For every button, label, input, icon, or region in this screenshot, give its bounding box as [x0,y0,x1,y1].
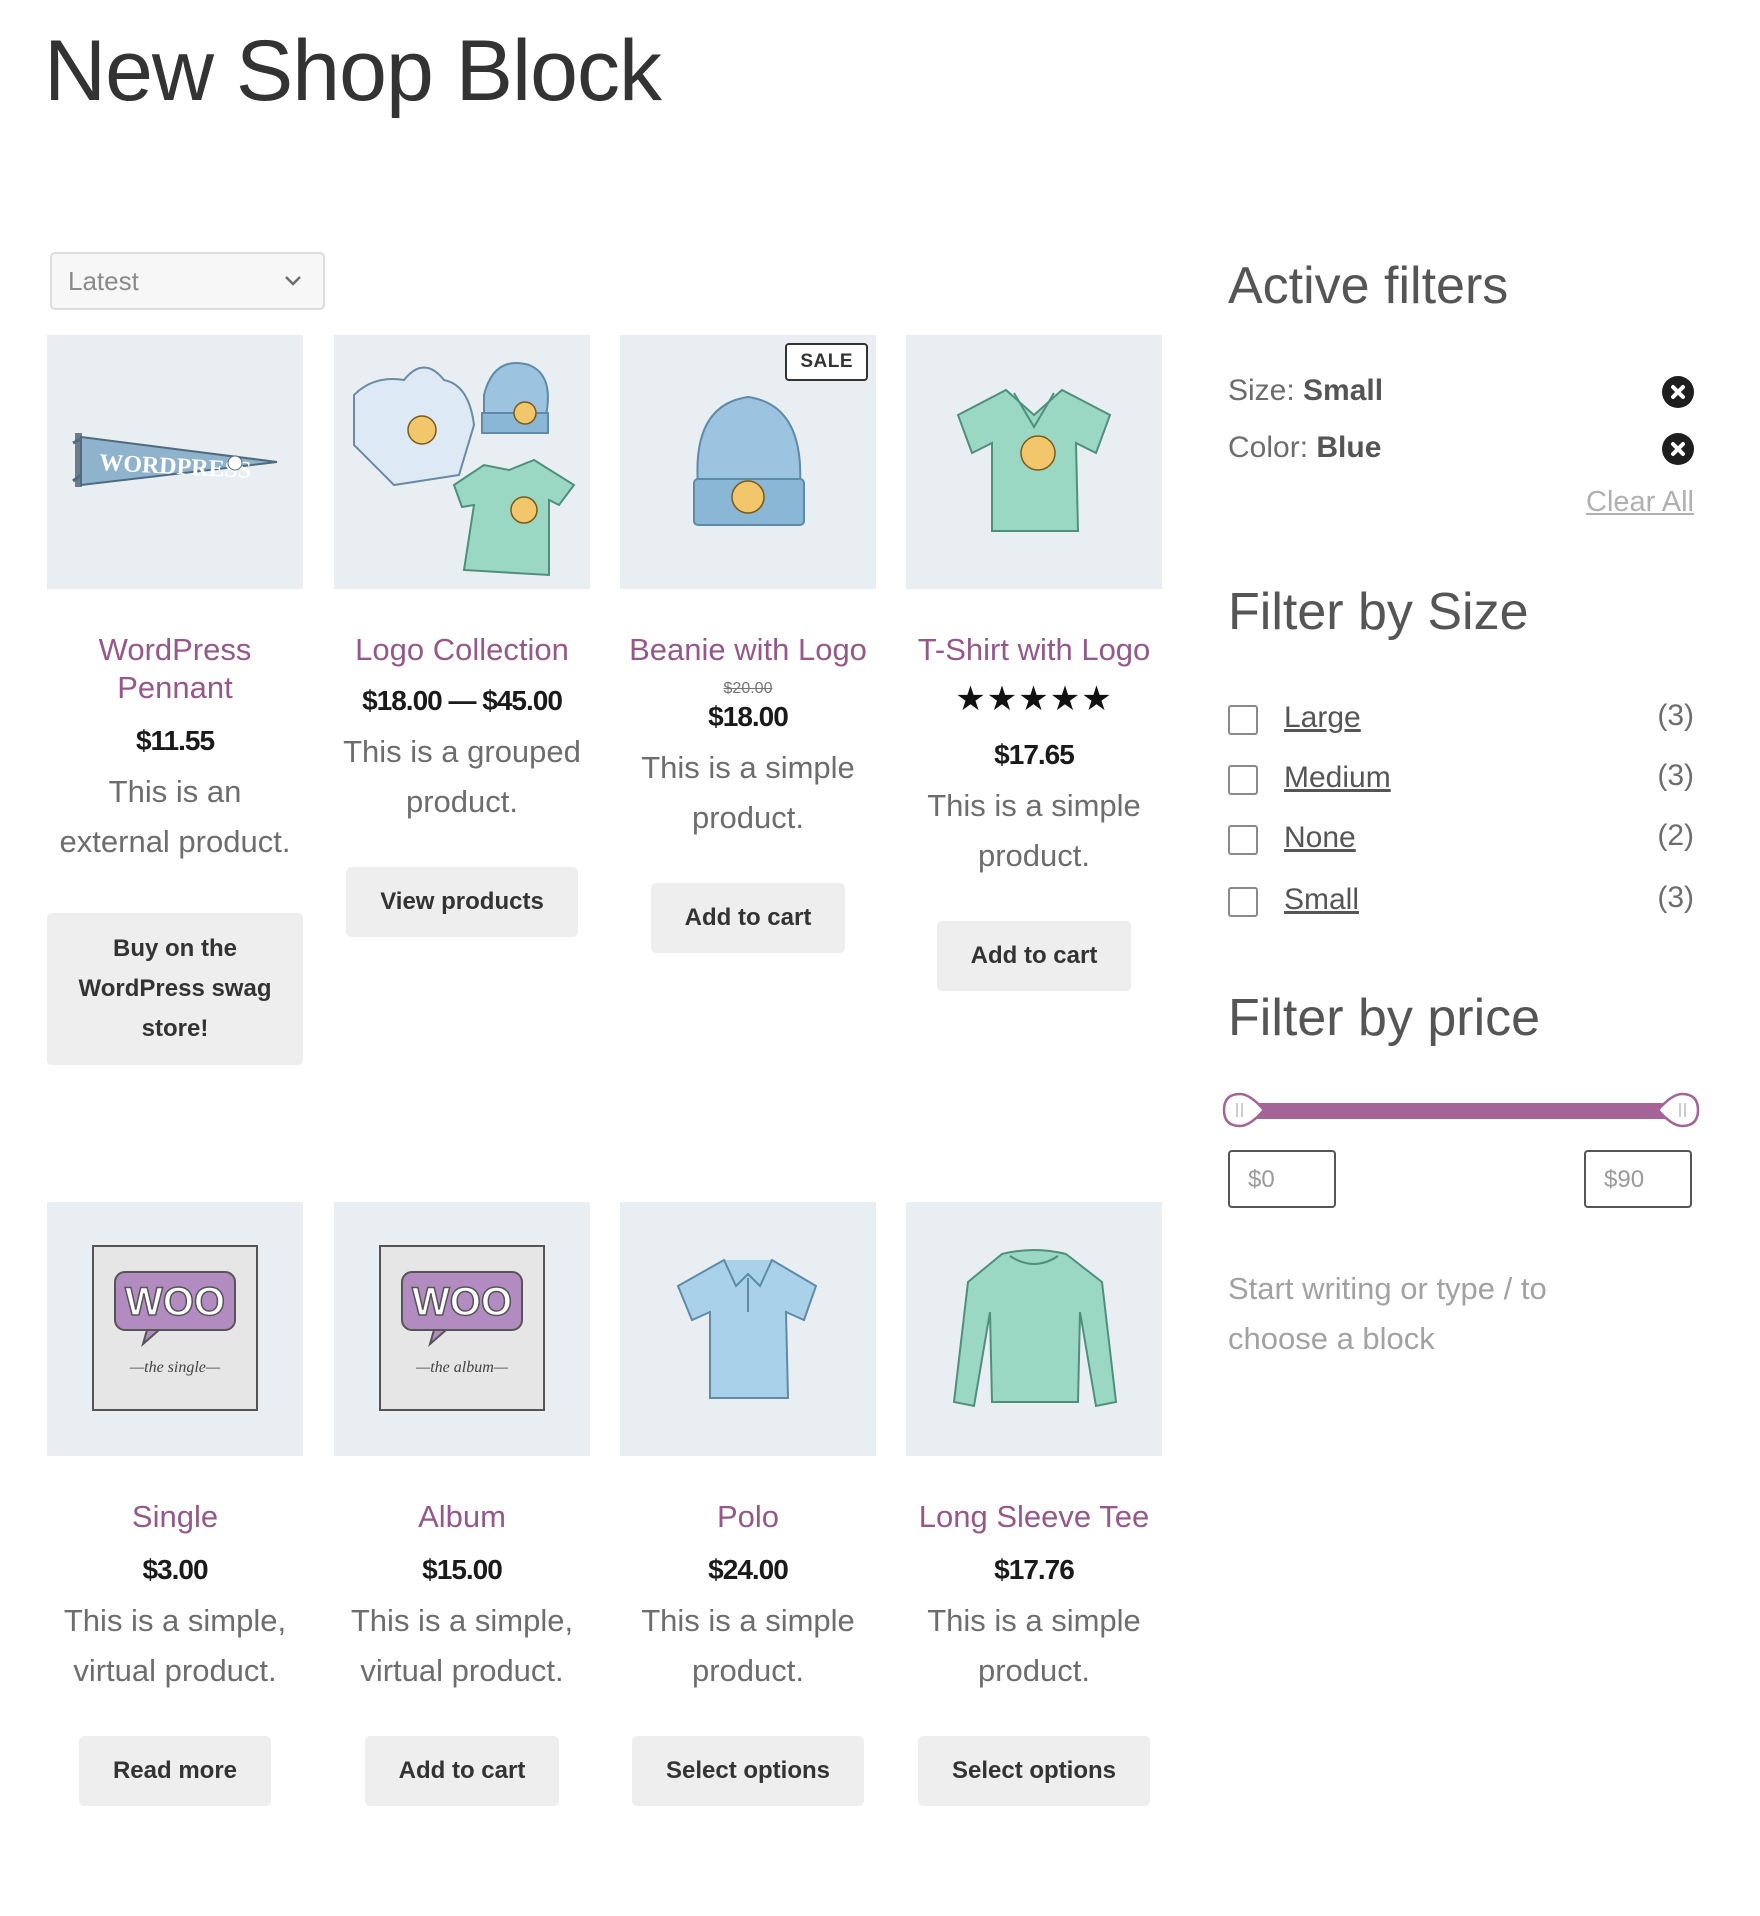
product-image[interactable] [620,1202,876,1456]
product-description: This is a simple product. [927,788,1141,873]
product-image[interactable]: WOO —the single— [47,1202,303,1456]
product-card: WOO —the album— Album $15.00 This is a s… [334,1202,590,1806]
view-products-button[interactable]: View products [346,867,578,937]
product-price: $24.00 [708,1554,789,1585]
product-title[interactable]: Long Sleeve Tee [906,1498,1162,1536]
active-filters-heading: Active filters [1228,257,1509,315]
active-filter-size: Size: Small [1228,374,1694,408]
size-option-medium[interactable]: Medium (3) [1228,759,1694,805]
product-price: $3.00 [142,1554,208,1585]
slider-handle-max-icon[interactable] [1656,1090,1700,1130]
price-slider-track[interactable] [1236,1103,1686,1119]
product-old-price: $20.00 [723,680,773,697]
product-description: This is a simple, virtual product. [63,1603,287,1688]
product-card: Long Sleeve Tee $17.76 This is a simple … [906,1202,1162,1806]
add-to-cart-button[interactable]: Add to cart [936,921,1132,991]
select-options-button[interactable]: Select options [917,1736,1151,1806]
svg-text:—the single—: —the single— [129,1359,221,1376]
product-image[interactable]: WORDPRESS [47,335,303,589]
select-options-button[interactable]: Select options [631,1736,865,1806]
product-description: This is a simple product. [927,1603,1141,1688]
remove-filter-icon[interactable] [1662,433,1694,465]
product-image[interactable] [906,1202,1162,1456]
product-title[interactable]: Polo [620,1498,876,1536]
page-title: New Shop Block [44,23,662,119]
size-checkbox[interactable] [1228,765,1258,795]
size-checkbox[interactable] [1228,825,1258,855]
sale-badge: SALE [785,343,868,381]
product-price: $17.65 [994,739,1075,770]
product-image[interactable]: SALE [620,335,876,589]
size-option-small[interactable]: Small (3) [1228,881,1694,927]
product-description: This is a simple, virtual product. [350,1603,574,1688]
chevron-down-icon [285,276,301,286]
size-option-count: (3) [1657,699,1694,732]
editor-block-hint[interactable]: Start writing or type / to choose a bloc… [1228,1264,1628,1364]
sort-selected-value: Latest [68,265,139,296]
product-title[interactable]: Beanie with Logo [620,631,876,669]
remove-filter-icon[interactable] [1662,376,1694,408]
product-image[interactable]: WOO —the album— [334,1202,590,1456]
product-title[interactable]: WordPress Pennant [47,631,303,707]
product-description: This is an external product. [59,774,291,859]
size-option-count: (2) [1657,819,1694,852]
product-card: WORDPRESS WordPress Pennant $11.55 This … [47,335,303,1065]
buy-external-button[interactable]: Buy on the WordPress swag store! [47,913,303,1065]
svg-text:—the album—: —the album— [415,1359,509,1376]
size-checkbox[interactable] [1228,887,1258,917]
rating-stars: ★★★★★ [955,680,1113,718]
active-filter-value: Blue [1316,431,1382,464]
product-card: SALE Beanie with Logo $20.00 $18.00 This… [620,335,876,953]
product-image[interactable] [906,335,1162,589]
max-price-input[interactable]: $90 [1584,1150,1692,1208]
active-filter-color: Color: Blue [1228,431,1694,465]
product-card: T-Shirt with Logo ★★★★★ $17.65 This is a… [906,335,1162,991]
product-price: $15.00 [422,1554,503,1585]
size-option-label[interactable]: Small [1284,883,1359,917]
product-title[interactable]: Logo Collection [334,631,590,669]
filter-price-heading: Filter by price [1228,989,1541,1047]
size-option-none[interactable]: None (2) [1228,819,1694,865]
size-option-label[interactable]: None [1284,821,1356,855]
svg-text:WOO: WOO [125,1280,225,1324]
product-title[interactable]: Single [47,1498,303,1536]
min-price-input[interactable]: $0 [1228,1150,1336,1208]
product-title[interactable]: T-Shirt with Logo [906,631,1162,669]
size-option-count: (3) [1657,759,1694,792]
add-to-cart-button[interactable]: Add to cart [364,1736,560,1806]
product-description: This is a simple product. [641,750,855,835]
svg-text:WOO: WOO [412,1280,512,1324]
read-more-button[interactable]: Read more [78,1736,272,1806]
product-price: $18.00 — $45.00 [362,685,563,716]
size-option-large[interactable]: Large (3) [1228,699,1694,745]
size-option-count: (3) [1657,881,1694,914]
sort-select[interactable]: Latest [50,252,325,310]
product-title[interactable]: Album [334,1498,590,1536]
product-price: $17.76 [994,1554,1075,1585]
product-price: $18.00 [708,701,789,732]
product-description: This is a simple product. [641,1603,855,1688]
product-description: This is a grouped product. [343,734,581,819]
product-image[interactable] [334,335,590,589]
clear-all-link[interactable]: Clear All [1586,486,1694,519]
size-checkbox[interactable] [1228,705,1258,735]
size-option-label[interactable]: Large [1284,701,1361,735]
active-filter-label: Size: [1228,374,1295,407]
active-filter-label: Color: [1228,431,1309,464]
filter-size-heading: Filter by Size [1228,583,1529,641]
active-filter-value: Small [1303,374,1384,407]
slider-handle-min-icon[interactable] [1222,1090,1266,1130]
product-card: WOO —the single— Single $3.00 This is a … [47,1202,303,1806]
product-card: Polo $24.00 This is a simple product. Se… [620,1202,876,1806]
size-option-label[interactable]: Medium [1284,761,1391,795]
product-card: Logo Collection $18.00 — $45.00 This is … [334,335,590,937]
product-price: $11.55 [135,725,215,756]
add-to-cart-button[interactable]: Add to cart [650,883,846,953]
